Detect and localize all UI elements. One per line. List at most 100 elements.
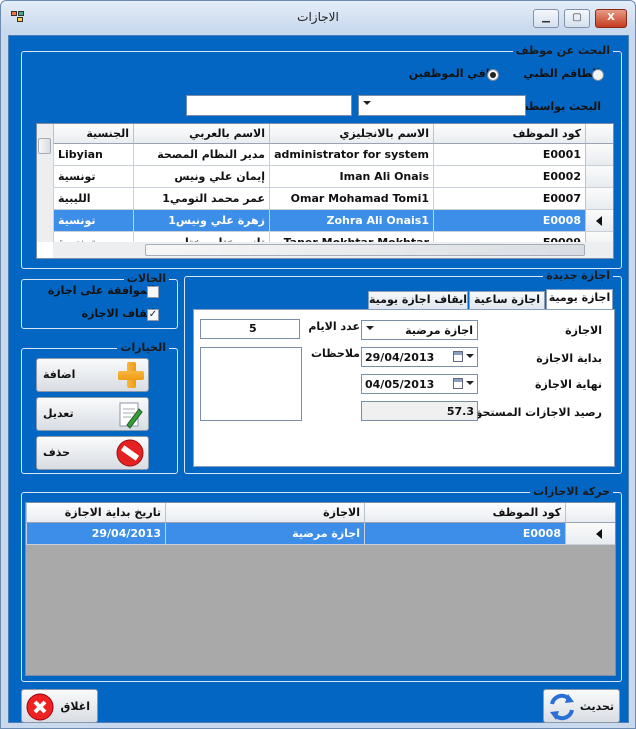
- search-by-label: البحث بواسطة: [522, 100, 601, 113]
- cell-en-name[interactable]: Zohra Ali Onais1: [269, 210, 433, 232]
- cell-en-name[interactable]: administrator for system: [269, 144, 433, 166]
- refresh-button[interactable]: تحديث: [543, 689, 620, 723]
- options-group: الخيارات اضافة تعديل حذف: [21, 341, 178, 474]
- approved-label[interactable]: الموافقة على اجازة: [48, 284, 155, 297]
- status-group: الحالات الموافقة على اجازة ايقاف الاجازة…: [21, 272, 178, 329]
- end-date-label: نهاية الاجازة: [535, 378, 602, 391]
- cell-ar-name[interactable]: مدير النظام المصحة: [133, 144, 269, 166]
- movement-grid[interactable]: كود الموظف الاجازة تاريخ بداية الاجازة E…: [25, 502, 616, 676]
- horizontal-scroll-thumb[interactable]: [145, 244, 585, 256]
- minimize-button[interactable]: ▁: [533, 9, 559, 28]
- balance-label: رصيد الاجازات المستحق: [472, 406, 602, 419]
- edit-button[interactable]: تعديل: [36, 397, 149, 431]
- cell-en-name[interactable]: Omar Mohamad Tomi1: [269, 188, 433, 210]
- mv-row-header[interactable]: [565, 523, 615, 545]
- delete-button[interactable]: حذف: [36, 436, 149, 470]
- close-button[interactable]: اغلاق: [21, 689, 98, 723]
- row-header[interactable]: [585, 188, 613, 210]
- mv-col-header-start[interactable]: تاريخ بداية الاجازة: [26, 503, 165, 523]
- cell-code[interactable]: E0007: [433, 188, 585, 210]
- edit-pencil-icon: [119, 402, 143, 429]
- mv-col-header-leave[interactable]: الاجازة: [165, 503, 364, 523]
- employee-row[interactable]: E0008 Zohra Ali Onais1 زهرة علي ونيس1 تونسي…: [53, 210, 613, 232]
- current-row-icon: [596, 216, 602, 226]
- search-group: البحث عن موظف الطاقم الطبي باقي الموظفين…: [21, 44, 622, 269]
- row-header[interactable]: [585, 210, 613, 232]
- col-header-code[interactable]: كود الموظف: [433, 124, 585, 144]
- title-bar[interactable]: الاجازات ▁ ▢ X: [1, 1, 635, 35]
- radio-other[interactable]: [487, 69, 499, 81]
- cell-code[interactable]: E0008: [433, 210, 585, 232]
- end-date-picker[interactable]: 04/05/2013: [361, 374, 478, 394]
- col-header-en-name[interactable]: الاسم بالانجليزي: [269, 124, 433, 144]
- col-header-nationality[interactable]: الجنسية: [53, 124, 133, 144]
- cell-en-name[interactable]: Iman Ali Onais: [269, 166, 433, 188]
- cell-code[interactable]: E0002: [433, 166, 585, 188]
- employee-row[interactable]: E0001 administrator for system مدير النظام…: [53, 144, 613, 166]
- stop-leave-checkbox[interactable]: ✓: [147, 309, 159, 321]
- col-header-ar-name[interactable]: الاسم بالعربي: [133, 124, 269, 144]
- row-header-corner: [585, 124, 613, 144]
- mv-cell-start[interactable]: 29/04/2013: [26, 523, 165, 545]
- new-leave-group: اجازة جديدة اجازة يومية اجازة ساعية ايقا…: [184, 269, 622, 474]
- mv-row-header-corner: [565, 503, 615, 523]
- search-field-select[interactable]: [358, 95, 526, 116]
- refresh-icon: [550, 693, 574, 721]
- tab-daily-leave[interactable]: اجازة يومية: [546, 289, 613, 309]
- notes-label: ملاحظات: [311, 347, 360, 360]
- employee-row[interactable]: E0002 Iman Ali Onais إيمان علي ونيس تونسية: [53, 166, 613, 188]
- row-header[interactable]: [585, 144, 613, 166]
- notes-textarea[interactable]: [200, 347, 302, 421]
- search-input[interactable]: [186, 95, 352, 116]
- mv-col-header-code[interactable]: كود الموظف: [364, 503, 565, 523]
- maximize-button[interactable]: ▢: [564, 9, 590, 28]
- form-client-area: البحث عن موظف الطاقم الطبي باقي الموظفين…: [8, 35, 629, 723]
- calendar-icon[interactable]: [453, 351, 463, 362]
- radio-medical-label[interactable]: الطاقم الطبي: [523, 67, 600, 80]
- employees-grid[interactable]: كود الموظف الاسم بالانجليزي الاسم بالعرب…: [36, 123, 614, 259]
- calendar-icon[interactable]: [453, 378, 463, 389]
- movement-group-title: حركة الاجازات: [530, 485, 613, 499]
- search-group-title: البحث عن موظف: [512, 44, 613, 58]
- mv-cell-leave[interactable]: اجازة مرضية: [165, 523, 364, 545]
- movement-row[interactable]: E0008 اجازة مرضية 29/04/2013: [26, 523, 615, 545]
- vertical-scrollbar[interactable]: [37, 124, 53, 242]
- start-date-label: بداية الاجازة: [536, 352, 602, 365]
- cell-nationality[interactable]: تونسية: [53, 166, 133, 188]
- chevron-down-icon[interactable]: [466, 354, 474, 358]
- mv-cell-code[interactable]: E0008: [364, 523, 565, 545]
- new-leave-group-title: اجازة جديدة: [543, 269, 613, 283]
- cell-ar-name[interactable]: إيمان علي ونيس: [133, 166, 269, 188]
- close-icon: [26, 693, 54, 721]
- cell-ar-name[interactable]: زهرة علي ونيس1: [133, 210, 269, 232]
- tab-stop-daily-leave[interactable]: ايقاف اجازة يومية: [368, 291, 468, 309]
- cell-code[interactable]: E0001: [433, 144, 585, 166]
- chevron-down-icon[interactable]: [466, 381, 474, 385]
- add-button[interactable]: اضافة: [36, 358, 149, 392]
- days-count-label: عدد الايام: [308, 320, 360, 333]
- row-header[interactable]: [585, 166, 613, 188]
- no-entry-icon: [116, 439, 144, 467]
- cell-nationality[interactable]: تونسية: [53, 210, 133, 232]
- horizontal-scrollbar[interactable]: [53, 242, 613, 258]
- cell-nationality[interactable]: Libyian: [53, 144, 133, 166]
- radio-other-label[interactable]: باقي الموظفين: [409, 67, 494, 80]
- tab-hourly-leave[interactable]: اجازة ساعية: [469, 291, 545, 309]
- approved-checkbox[interactable]: [147, 286, 159, 298]
- movement-group: حركة الاجازات كود الموظف الاجازة تاريخ ب…: [21, 485, 622, 682]
- start-date-picker[interactable]: 29/04/2013: [361, 347, 478, 367]
- radio-medical[interactable]: [592, 69, 604, 81]
- plus-icon: [117, 361, 145, 389]
- options-group-title: الخيارات: [117, 341, 169, 355]
- cell-nationality[interactable]: الليبية: [53, 188, 133, 210]
- current-row-icon: [596, 529, 602, 539]
- leave-type-select[interactable]: اجازة مرضية: [361, 320, 478, 340]
- chevron-down-icon: [366, 326, 374, 330]
- employee-row[interactable]: E0007 Omar Mohamad Tomi1 عمر محمد التومي1 ا…: [53, 188, 613, 210]
- close-window-button[interactable]: X: [595, 9, 627, 28]
- days-count-field[interactable]: 5: [200, 319, 300, 339]
- stop-leave-label[interactable]: ايقاف الاجازة: [82, 307, 155, 320]
- cell-ar-name[interactable]: عمر محمد التومي1: [133, 188, 269, 210]
- vertical-scroll-thumb[interactable]: [38, 138, 51, 154]
- leave-type-label: الاجازة: [565, 324, 602, 337]
